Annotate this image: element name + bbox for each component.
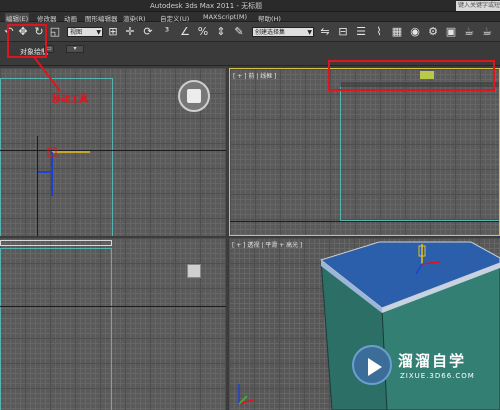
object-outline-frame: [0, 248, 112, 410]
render-setup-icon[interactable]: ⚙: [426, 25, 440, 39]
menu-bar: 编辑(E) 修改器 动画 图形编辑器 渲染(R) 自定义(U) MAXScrip…: [0, 12, 500, 23]
view-select-dropdown[interactable]: 视图 ▼: [67, 27, 103, 37]
angle-snap-icon[interactable]: ∠: [178, 25, 192, 39]
spinner-snap-icon[interactable]: ⇕: [214, 25, 228, 39]
edit-named-selection-icon[interactable]: ✎: [232, 25, 246, 39]
named-selection-dropdown[interactable]: 创建选择集 ▼: [252, 27, 314, 37]
gizmo-highlight: [328, 60, 495, 91]
material-editor-icon[interactable]: ◉: [408, 25, 422, 39]
viewport-front[interactable]: [ + ] 前 | 线框 ]: [229, 68, 500, 236]
viewport-divider-vertical[interactable]: [226, 68, 229, 410]
viewport-label: [ + ] 前 | 线框 ]: [233, 73, 277, 80]
watermark-brand: 溜溜自学: [398, 352, 467, 370]
curve-editor-icon[interactable]: ⌇: [372, 25, 386, 39]
viewcube-icon[interactable]: [187, 264, 201, 278]
play-icon: [368, 358, 382, 376]
chevron-down-icon: ▼: [96, 29, 101, 36]
title-bar: Autodesk 3ds Max 2011 - 无标题 键入关键字或短语: [0, 0, 500, 12]
render-frame-icon[interactable]: ▣: [444, 25, 458, 39]
render-icon[interactable]: ☕: [462, 25, 476, 39]
object-top-edge: [0, 240, 112, 246]
gizmo-axes: [38, 147, 90, 196]
main-toolbar: ↶ ✥ ↻ ◱ 视图 ▼ ⊞ ✛ ⟳ ³ ∠ % ⇕ ✎ 创建选择集 ▼ ⇋ ⊟…: [0, 22, 500, 42]
scale-icon[interactable]: ◱: [48, 25, 62, 39]
chevron-down-icon: ▼: [307, 29, 312, 36]
world-axis-tripod-icon: [238, 384, 254, 405]
steering-wheel-icon[interactable]: [178, 80, 210, 112]
select-rotate-icon[interactable]: ⟳: [141, 25, 155, 39]
percent-snap-icon[interactable]: %: [196, 25, 210, 39]
world-axis-horizontal: [0, 306, 226, 307]
quick-render-icon[interactable]: ☕: [480, 25, 494, 39]
world-axis-horizontal: [230, 221, 499, 222]
object-outline-frame: [340, 81, 499, 221]
pivot-icon[interactable]: ⊞: [106, 25, 120, 39]
snap-3d-icon[interactable]: ³: [160, 25, 174, 39]
mirror-icon[interactable]: ⇋: [318, 25, 332, 39]
annotation-label: 移动工具: [52, 95, 89, 105]
ribbon-dropdown[interactable]: ▾: [66, 45, 84, 53]
annotation-arrow: [33, 56, 61, 92]
window-title: Autodesk 3ds Max 2011 - 无标题: [150, 2, 263, 10]
search-input[interactable]: 键入关键字或短语: [456, 1, 500, 11]
viewport-left[interactable]: [0, 238, 226, 410]
watermark-url: ZIXUE.3D66.COM: [400, 372, 475, 380]
view-select-value: 视图: [70, 29, 83, 36]
watermark-logo-icon: [352, 345, 392, 385]
menu-maxscript[interactable]: MAXScript(M): [203, 13, 247, 21]
schematic-icon[interactable]: ▦: [390, 25, 404, 39]
viewport-perspective[interactable]: [ + ] 透视 | 平滑 + 高光 ]: [229, 238, 500, 410]
align-icon[interactable]: ⊟: [336, 25, 350, 39]
gizmo-axes: [415, 244, 441, 275]
layer-icon[interactable]: ☰: [354, 25, 368, 39]
named-selection-value: 创建选择集: [255, 29, 286, 36]
box-object: [319, 241, 500, 410]
pause-icon: [187, 89, 201, 103]
move-tool-highlight: [7, 24, 47, 58]
select-move-icon[interactable]: ✛: [123, 25, 137, 39]
viewport-divider-horizontal[interactable]: [0, 236, 500, 238]
